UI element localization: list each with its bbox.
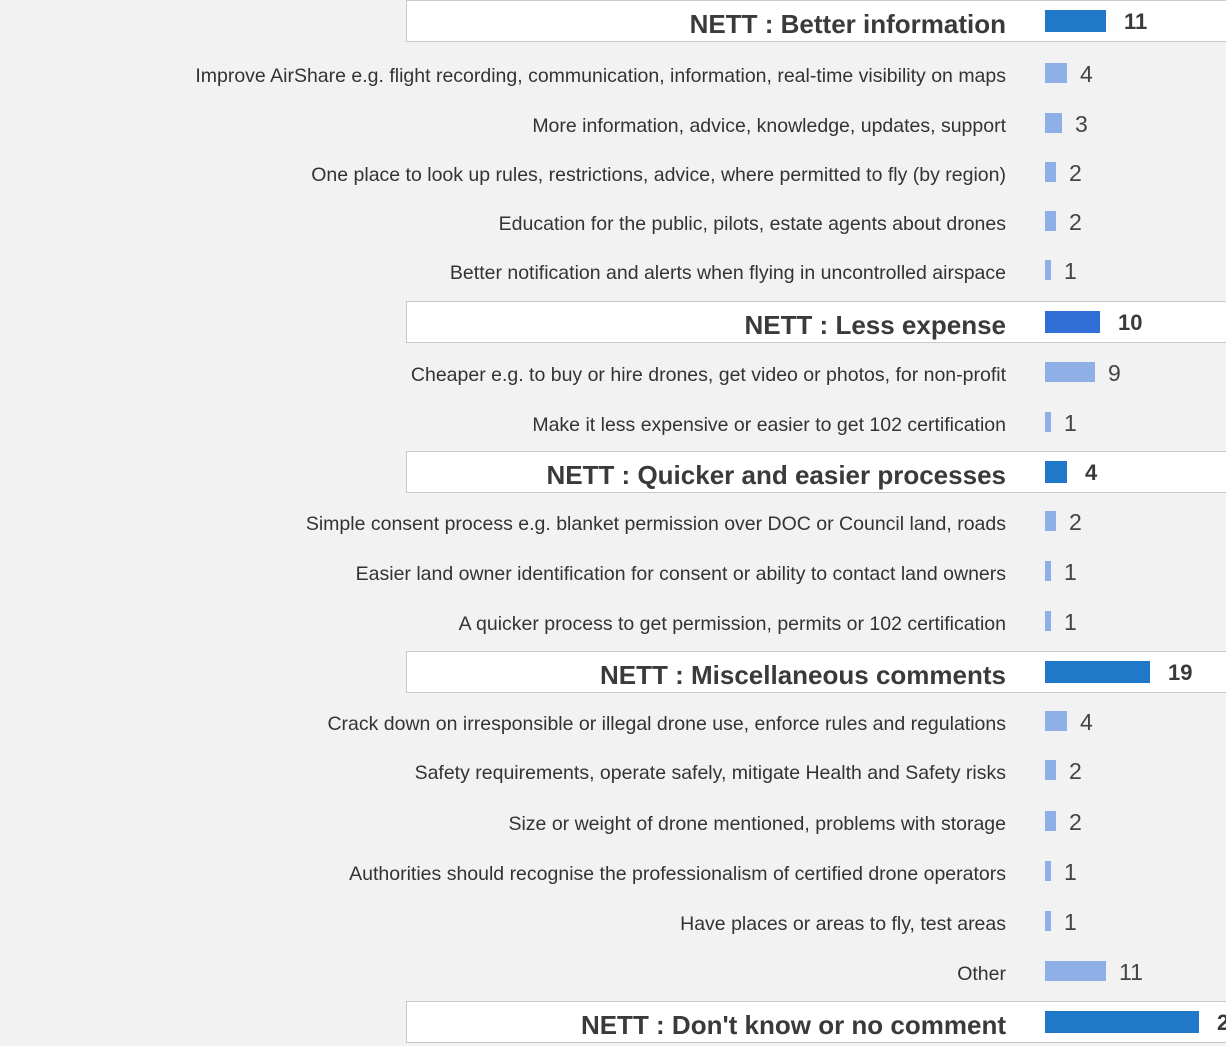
value-label: 2 (1069, 758, 1082, 784)
item-bar (1045, 211, 1056, 231)
nett-bar (1045, 10, 1106, 32)
value-label: 1 (1064, 410, 1077, 436)
item-bar (1045, 511, 1056, 531)
category-label: Improve AirShare e.g. flight recording, … (195, 65, 1006, 87)
category-label: Easier land owner identification for con… (355, 563, 1006, 585)
item-bar (1045, 260, 1051, 280)
category-label: Better notification and alerts when flyi… (449, 262, 1006, 284)
item-bar (1045, 611, 1051, 631)
item-bar (1045, 561, 1051, 581)
item-bar (1045, 362, 1095, 382)
value-label: 2 (1069, 209, 1082, 235)
value-label: 4 (1080, 61, 1093, 87)
category-label: Size or weight of drone mentioned, probl… (508, 813, 1006, 835)
item-bar (1045, 412, 1051, 432)
value-label: 2 (1069, 809, 1082, 835)
value-label: 1 (1064, 859, 1077, 885)
item-bar (1045, 162, 1056, 182)
category-label: Cheaper e.g. to buy or hire drones, get … (410, 364, 1006, 386)
value-label: 2 (1069, 509, 1082, 535)
category-label: Authorities should recognise the profess… (349, 863, 1006, 885)
value-label: 11 (1124, 9, 1148, 34)
value-label: 1 (1064, 609, 1077, 635)
chart: NETT : Better information 11 Improve AirSh… (0, 0, 1226, 1046)
value-label: 19 (1168, 660, 1193, 685)
item-bar (1045, 760, 1056, 780)
item-bar (1045, 911, 1051, 931)
value-label: 1 (1064, 258, 1077, 284)
category-label: A quicker process to get permission, per… (458, 613, 1006, 635)
value-label: 10 (1118, 310, 1143, 335)
value-label: 4 (1085, 460, 1098, 485)
nett-bar (1045, 1011, 1199, 1033)
value-label: 1 (1064, 909, 1077, 935)
category-label: Safety requirements, operate safely, mit… (414, 762, 1006, 784)
value-label: 2 (1069, 160, 1082, 186)
item-bar (1045, 113, 1062, 133)
nett-bar (1045, 311, 1100, 333)
category-label: Make it less expensive or easier to get … (532, 414, 1006, 436)
nett-category-label: NETT : Less expense (744, 310, 1006, 340)
value-label: 1 (1064, 559, 1077, 585)
nett-bar (1045, 461, 1067, 483)
nett-bar (1045, 661, 1150, 683)
category-label: Simple consent process e.g. blanket perm… (305, 513, 1006, 535)
item-bar (1045, 63, 1067, 83)
nett-category-label: NETT : Quicker and easier processes (546, 460, 1006, 490)
item-bar (1045, 961, 1106, 981)
category-label: Crack down on irresponsible or illegal d… (327, 713, 1006, 735)
item-bar (1045, 811, 1056, 831)
category-label: Other (957, 963, 1006, 985)
category-label: Have places or areas to fly, test areas (680, 913, 1006, 935)
value-label: 3 (1075, 111, 1088, 137)
item-bar (1045, 711, 1067, 731)
item-bar (1045, 861, 1051, 881)
category-label: One place to look up rules, restrictions… (311, 164, 1006, 186)
category-label: More information, advice, knowledge, upd… (532, 115, 1006, 137)
nett-category-label: NETT : Better information (689, 9, 1006, 39)
value-label: 28 (1217, 1010, 1226, 1035)
category-label: Education for the public, pilots, estate… (498, 213, 1006, 235)
nett-category-label: NETT : Don't know or no comment (580, 1010, 1006, 1040)
value-label: 9 (1108, 360, 1121, 386)
value-label: 4 (1080, 709, 1093, 735)
nett-category-label: NETT : Miscellaneous comments (600, 660, 1006, 690)
value-label: 11 (1119, 959, 1143, 985)
